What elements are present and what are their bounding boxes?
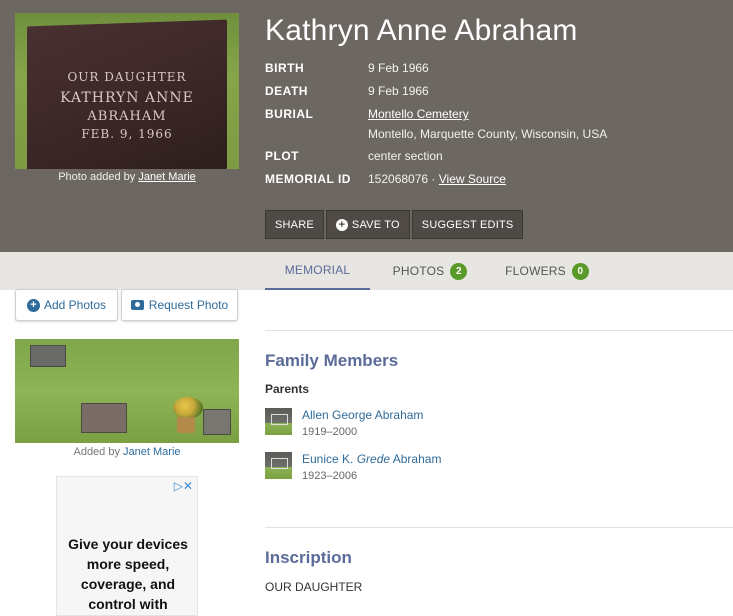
photos-count-badge: 2 — [450, 262, 468, 280]
tab-flowers[interactable]: FLOWERS 0 — [497, 252, 597, 290]
member-dates: 1919–2000 — [302, 426, 358, 438]
photo-added-by-link[interactable]: Janet Marie — [138, 171, 195, 183]
request-photo-label: Request Photo — [148, 298, 229, 312]
inscription-text: OUR DAUGHTER — [265, 580, 363, 594]
member-thumbnail — [265, 408, 292, 435]
death-label: DEATH — [265, 84, 308, 98]
headstone-line: KATHRYN ANNE — [60, 90, 194, 106]
death-value: 9 Feb 1966 — [368, 84, 429, 98]
suggest-edits-label: SUGGEST EDITS — [421, 218, 514, 231]
memorial-header: OUR DAUGHTER KATHRYN ANNE ABRAHAM FEB. 9… — [0, 0, 733, 252]
grave-photo[interactable] — [15, 339, 239, 443]
headstone-line: OUR DAUGHTER — [67, 70, 187, 84]
divider — [265, 330, 733, 331]
save-to-button[interactable]: + SAVE TO — [325, 210, 410, 239]
flowers-count-badge: 0 — [571, 262, 589, 280]
grave-photo-added-by-link[interactable]: Janet Marie — [123, 446, 180, 458]
request-photo-button[interactable]: Request Photo — [121, 289, 238, 321]
member-dates: 1923–2006 — [302, 470, 358, 482]
memorial-id-label: MEMORIAL ID — [265, 172, 351, 186]
share-label: SHARE — [275, 218, 314, 231]
ad-choices-icon[interactable]: ▷✕ — [174, 479, 193, 493]
ad-text: Give your devices more speed, coverage, … — [68, 536, 188, 612]
memorial-actions: SHARE + SAVE TO SUGGEST EDITS — [265, 210, 525, 239]
member-first-name: Eunice K. — [302, 452, 354, 466]
memorial-id-number: 152068076 · — [368, 172, 436, 186]
headstone-shape — [30, 345, 66, 367]
member-maiden-name: Grede — [356, 452, 391, 466]
flower-pot-shape — [177, 417, 195, 433]
member-name-link[interactable]: Allen George Abraham — [302, 408, 423, 422]
member-last-name: Abraham — [392, 452, 442, 466]
plot-label: PLOT — [265, 149, 299, 163]
family-members-title: Family Members — [265, 351, 399, 370]
tab-photos[interactable]: PHOTOS 2 — [380, 252, 480, 290]
add-photos-button[interactable]: + Add Photos — [15, 289, 118, 321]
add-photos-label: Add Photos — [43, 298, 107, 312]
member-thumbnail — [265, 452, 292, 479]
cemetery-link[interactable]: Montello Cemetery — [368, 107, 469, 121]
divider — [265, 527, 733, 528]
burial-value: Montello Cemetery — [368, 107, 469, 121]
grave-caption-prefix: Added by — [73, 446, 120, 458]
plus-circle-icon: + — [26, 298, 40, 312]
tab-memorial[interactable]: MEMORIAL — [265, 252, 370, 290]
inscription-title: Inscription — [265, 548, 352, 567]
plot-value: center section — [368, 149, 443, 163]
headstone-shape — [203, 409, 231, 435]
photo-caption-prefix: Photo added by — [58, 171, 136, 183]
camera-icon — [130, 300, 144, 310]
view-source-link[interactable]: View Source — [439, 172, 506, 186]
tab-flowers-label: FLOWERS — [505, 264, 566, 278]
headstone-line: FEB. 9, 1966 — [81, 127, 173, 141]
memorial-tabs: MEMORIAL PHOTOS 2 FLOWERS 0 — [0, 252, 733, 290]
memorial-id-value: 152068076 · View Source — [368, 172, 506, 186]
birth-value: 9 Feb 1966 — [368, 61, 429, 75]
headstone-shape — [81, 403, 127, 433]
burial-label: BURIAL — [265, 107, 314, 121]
share-button[interactable]: SHARE — [265, 210, 324, 239]
suggest-edits-button[interactable]: SUGGEST EDITS — [411, 210, 524, 239]
headstone-line: ABRAHAM — [87, 109, 167, 124]
birth-label: BIRTH — [265, 61, 305, 75]
photo-caption: Photo added by Janet Marie — [15, 171, 239, 183]
plus-circle-icon: + — [335, 218, 348, 231]
save-to-label: SAVE TO — [351, 218, 400, 231]
tab-memorial-label: MEMORIAL — [284, 263, 351, 277]
memorial-name: Kathryn Anne Abraham — [265, 14, 578, 47]
advertisement[interactable]: ▷✕ Give your devices more speed, coverag… — [56, 476, 198, 616]
grave-photo-caption: Added by Janet Marie — [15, 446, 239, 458]
burial-location: Montello, Marquette County, Wisconsin, U… — [368, 127, 608, 141]
parents-label: Parents — [265, 382, 310, 396]
tab-photos-label: PHOTOS — [392, 264, 445, 278]
headstone-photo[interactable]: OUR DAUGHTER KATHRYN ANNE ABRAHAM FEB. 9… — [15, 13, 239, 169]
member-name-link[interactable]: Eunice K. Grede Abraham — [302, 452, 441, 466]
flowers-shape — [173, 397, 203, 419]
